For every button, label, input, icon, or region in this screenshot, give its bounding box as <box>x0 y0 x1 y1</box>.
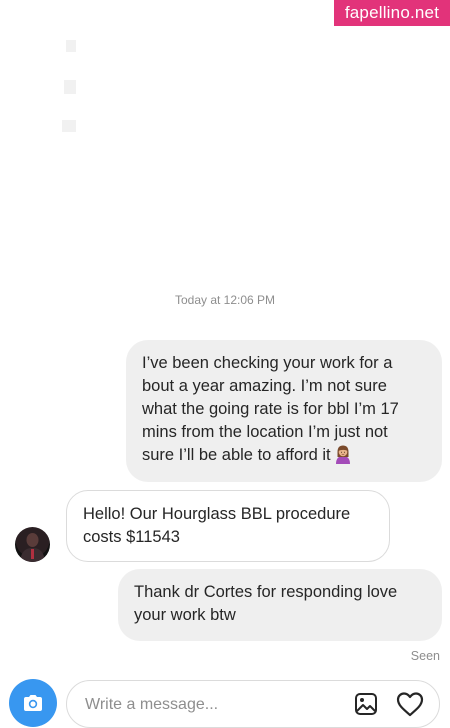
seen-indicator: Seen <box>410 649 440 663</box>
message-line: sure I’ll be able to afford it <box>142 444 428 467</box>
message-line-text: sure I’ll be able to afford it <box>142 446 331 464</box>
message-line: costs $11543 <box>83 528 180 546</box>
sender-avatar[interactable] <box>15 527 50 562</box>
incoming-message-bubble[interactable]: Hello! Our Hourglass BBL procedure costs… <box>66 490 390 562</box>
message-line: I’ve been checking your work for a <box>142 354 393 372</box>
message-composer <box>66 680 440 728</box>
thread-timestamp: Today at 12:06 PM <box>174 293 276 307</box>
watermark: fapellino.net <box>334 0 450 26</box>
camera-icon <box>24 695 42 711</box>
message-line: Hello! Our Hourglass BBL procedure <box>83 505 351 523</box>
outgoing-message-bubble[interactable]: I’ve been checking your work for a bout … <box>126 340 442 482</box>
message-line: Thank dr Cortes for responding love <box>134 583 398 601</box>
outgoing-message-bubble[interactable]: Thank dr Cortes for responding love your… <box>118 569 442 641</box>
heart-icon[interactable] <box>396 691 424 717</box>
message-line: your work btw <box>134 606 236 624</box>
message-input[interactable] <box>85 693 335 717</box>
message-line: what the going rate is for bbl I’m 17 <box>142 400 399 418</box>
camera-button[interactable] <box>9 679 57 727</box>
message-line: bout a year amazing. I’m not sure <box>142 377 387 395</box>
woman-shrugging-emoji-icon <box>335 445 350 464</box>
message-line: mins from the location I’m just not <box>142 423 388 441</box>
faint-background-marks <box>62 40 76 132</box>
gallery-icon[interactable] <box>354 691 380 717</box>
